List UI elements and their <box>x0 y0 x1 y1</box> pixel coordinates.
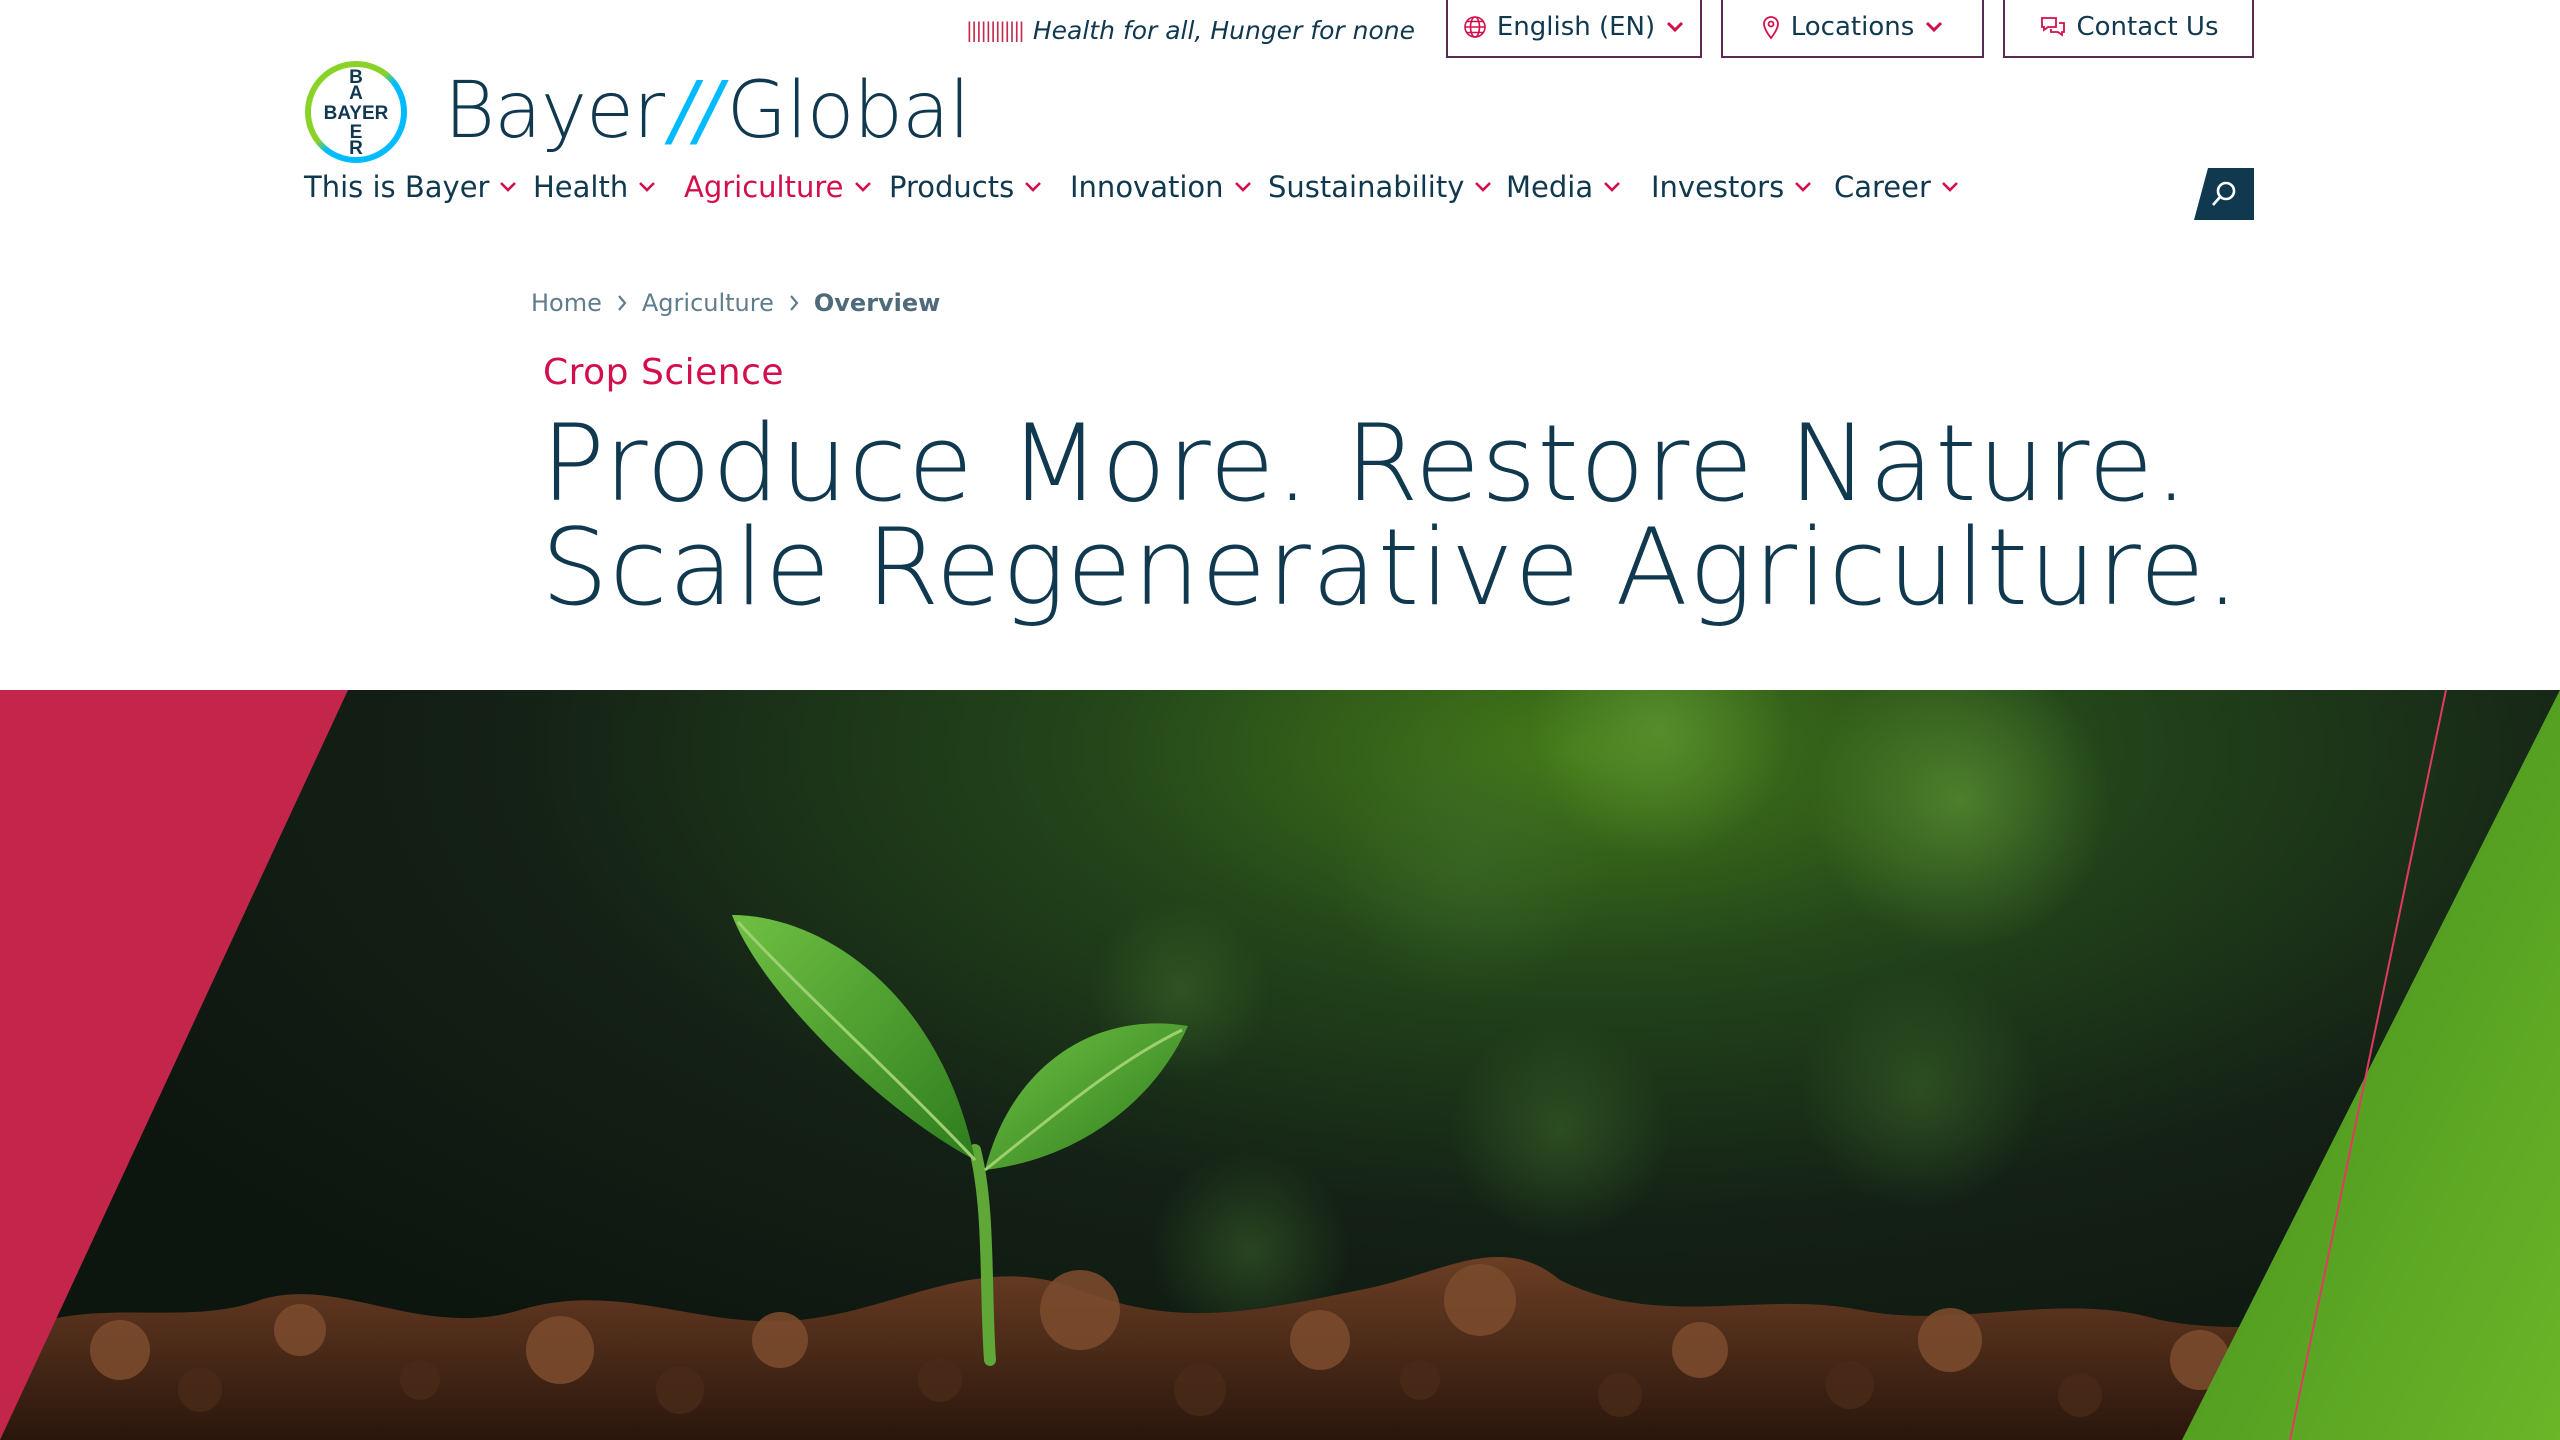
nav-label: This is Bayer <box>304 170 490 204</box>
nav-label: Media <box>1506 170 1594 204</box>
chevron-down-icon <box>1667 21 1684 33</box>
nav-label: Health <box>533 170 629 204</box>
nav-item-media[interactable]: Media <box>1506 170 1621 204</box>
nav-item-career[interactable]: Career <box>1834 170 1959 204</box>
chevron-down-icon <box>1234 181 1252 193</box>
chevron-down-icon <box>1794 181 1812 193</box>
nav-item-innovation[interactable]: Innovation <box>1070 170 1252 204</box>
brand-site: Global <box>726 66 971 156</box>
contact-us-link[interactable]: Contact Us <box>2003 0 2254 58</box>
chevron-down-icon <box>1926 21 1943 33</box>
bayer-cross-logo[interactable]: BAYER B A E R <box>304 60 408 164</box>
chevron-down-icon <box>638 181 656 193</box>
svg-text:A: A <box>349 83 363 104</box>
breadcrumb-home[interactable]: Home <box>531 289 602 317</box>
brand-separator: // <box>670 66 722 156</box>
brand[interactable]: BAYER B A E R Bayer//Global <box>304 60 970 164</box>
nav-label: Agriculture <box>684 170 844 204</box>
bokeh-lights <box>1090 690 2110 1350</box>
nav-item-sustainability[interactable]: Sustainability <box>1268 170 1492 204</box>
locations-selector[interactable]: Locations <box>1721 0 1984 58</box>
contact-label: Contact Us <box>2076 12 2219 42</box>
tagline-text: Health for all, Hunger for none <box>1032 15 1415 45</box>
language-selector[interactable]: English (EN) <box>1446 0 1702 58</box>
chevron-down-icon <box>1603 181 1621 193</box>
hero-headline-line-1: Produce More. Restore Nature. <box>541 402 2190 525</box>
hero-eyebrow: Crop Science <box>543 352 785 393</box>
chevron-down-icon <box>1474 181 1492 193</box>
chevron-right-icon <box>788 294 800 312</box>
site-title[interactable]: Bayer//Global <box>444 66 971 156</box>
chevron-right-icon <box>616 294 628 312</box>
svg-text:BAYER: BAYER <box>324 103 389 124</box>
hero-image <box>0 690 2560 1440</box>
hero-headline-line-2: Scale Regenerative Agriculture. <box>541 506 2241 629</box>
chevron-down-icon <box>1941 181 1959 193</box>
chevron-down-icon <box>1024 181 1042 193</box>
globe-icon <box>1464 16 1486 38</box>
nav-item-products[interactable]: Products <box>889 170 1042 204</box>
search-button[interactable] <box>2194 168 2254 220</box>
svg-text:R: R <box>349 138 363 159</box>
nav-label: Sustainability <box>1268 170 1465 204</box>
nav-item-health[interactable]: Health <box>533 170 656 204</box>
tagline-mark: |||||||||||| <box>966 18 1025 42</box>
chat-bubbles-icon <box>2040 17 2065 37</box>
nav-label: Innovation <box>1070 170 1224 204</box>
breadcrumb-agriculture[interactable]: Agriculture <box>642 289 774 317</box>
locations-label: Locations <box>1790 12 1915 42</box>
nav-item-this-is-bayer[interactable]: This is Bayer <box>304 170 517 204</box>
tagline: |||||||||||| Health for all, Hunger for … <box>966 14 1415 46</box>
breadcrumb-overview: Overview <box>813 289 941 317</box>
hero-headline: Produce More. Restore Nature. Scale Rege… <box>541 402 2241 629</box>
breadcrumb: Home Agriculture Overview <box>531 289 940 317</box>
chevron-down-icon <box>499 181 517 193</box>
search-icon <box>2212 181 2236 206</box>
map-pin-icon <box>1762 16 1779 40</box>
chevron-down-icon <box>854 181 872 193</box>
nav-label: Products <box>889 170 1015 204</box>
brand-name: Bayer <box>444 66 665 156</box>
nav-item-investors[interactable]: Investors <box>1651 170 1812 204</box>
nav-label: Investors <box>1651 170 1785 204</box>
utility-bar: |||||||||||| Health for all, Hunger for … <box>0 0 2560 62</box>
nav-item-agriculture[interactable]: Agriculture <box>684 170 872 204</box>
nav-label: Career <box>1834 170 1931 204</box>
language-label: English (EN) <box>1496 12 1656 42</box>
